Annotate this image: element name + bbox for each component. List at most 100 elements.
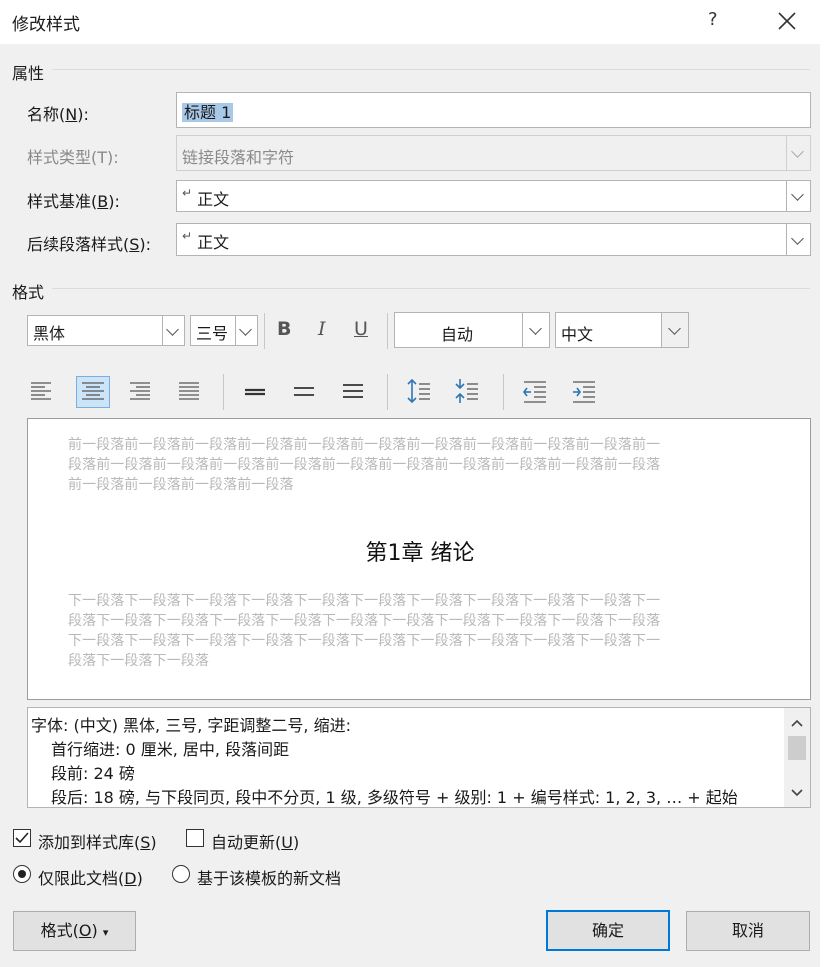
name-value: 标题 1	[182, 103, 234, 122]
scroll-thumb[interactable]	[788, 736, 806, 760]
script-value: 中文	[561, 325, 594, 344]
chevron-down-icon	[791, 145, 804, 158]
description-line: 段前: 24 磅	[51, 764, 135, 783]
chevron-down-icon	[791, 231, 804, 245]
auto-update-checkbox[interactable]	[186, 829, 204, 847]
description-scrollbar[interactable]	[784, 708, 810, 807]
properties-section-title: 属性	[12, 64, 45, 83]
preview-heading: 第1章 绪论	[365, 541, 475, 566]
toolbar-separator	[387, 313, 388, 349]
one-half-spacing-icon	[294, 387, 314, 396]
style-description: 字体: (中文) 黑体, 三号, 字距调整二号, 缩进: 首行缩进: 0 厘米,…	[27, 707, 811, 808]
based-on-value: 正文	[197, 190, 230, 209]
style-type-label: 样式类型(T):	[27, 148, 119, 167]
name-input[interactable]: 标题 1	[176, 92, 811, 128]
toolbar-separator	[503, 374, 504, 410]
size-select[interactable]: 三号	[190, 315, 258, 346]
paragraph-mark-icon: ↵	[182, 229, 193, 243]
align-right-icon	[130, 382, 150, 400]
name-label: 名称(N):	[27, 105, 89, 124]
increase-indent-icon	[573, 381, 595, 403]
following-style-value: 正文	[197, 233, 230, 252]
font-color-dropdown[interactable]	[522, 313, 549, 347]
next-paragraph-sample: 下一段落下一段落下一段落下一段落下一段落下一段落下一段落下一段落下一段落下一段落…	[68, 593, 661, 669]
double-spacing-icon	[343, 384, 363, 398]
font-dropdown[interactable]	[162, 316, 184, 345]
align-center-icon	[82, 382, 104, 400]
decrease-indent-button[interactable]	[520, 376, 550, 406]
cancel-button[interactable]: 取消	[686, 911, 810, 951]
properties-divider	[52, 69, 810, 70]
size-value: 三号	[196, 324, 229, 343]
align-left-icon	[31, 382, 51, 400]
increase-paragraph-spacing-button[interactable]	[404, 376, 434, 406]
dialog-title: 修改样式	[12, 15, 80, 35]
bold-button[interactable]: B	[277, 318, 291, 340]
close-button[interactable]	[776, 5, 798, 35]
dropdown-arrow-icon: ▾	[102, 926, 109, 939]
this-document-only-radio[interactable]	[13, 865, 31, 883]
description-line: 字体: (中文) 黑体, 三号, 字距调整二号, 缩进:	[31, 716, 351, 735]
this-document-only-label[interactable]: 仅限此文档(D)	[38, 865, 143, 889]
following-style-label: 后续段落样式(S):	[27, 235, 152, 254]
double-spacing-button[interactable]	[338, 376, 368, 406]
style-preview: 前一段落前一段落前一段落前一段落前一段落前一段落前一段落前一段落前一段落前一段落…	[27, 418, 811, 700]
description-line: 段后: 18 磅, 与下段同页, 段中不分页, 1 级, 多级符号 + 级别: …	[51, 788, 738, 807]
help-button[interactable]: ?	[708, 9, 718, 30]
auto-update-label[interactable]: 自动更新(U)	[211, 829, 299, 853]
chevron-down-icon	[791, 188, 804, 201]
based-on-label: 样式基准(B):	[27, 192, 120, 211]
toolbar-separator	[264, 313, 265, 349]
add-to-gallery-checkbox[interactable]	[13, 829, 31, 847]
font-color-select[interactable]: 自动	[394, 312, 550, 348]
scroll-up-icon[interactable]	[784, 712, 810, 734]
chevron-down-icon	[668, 322, 681, 335]
chevron-down-icon	[529, 322, 542, 335]
based-on-select[interactable]: ↵ 正文	[176, 180, 811, 212]
toolbar-separator	[223, 374, 224, 410]
title-bar: 修改样式 ?	[0, 0, 826, 44]
single-spacing-button[interactable]	[240, 376, 270, 406]
style-type-dropdown	[786, 136, 810, 170]
script-dropdown[interactable]	[661, 313, 688, 347]
align-center-button[interactable]	[76, 376, 110, 408]
new-documents-label[interactable]: 基于该模板的新文档	[197, 865, 341, 889]
single-spacing-icon	[245, 388, 265, 396]
increase-indent-button[interactable]	[569, 376, 599, 406]
description-line: 首行缩进: 0 厘米, 居中, 段落间距	[51, 740, 290, 759]
one-half-spacing-button[interactable]	[289, 376, 319, 406]
align-left-button[interactable]	[27, 376, 57, 406]
decrease-spacing-icon	[455, 379, 478, 403]
font-select[interactable]: 黑体	[27, 315, 185, 346]
format-divider	[52, 288, 810, 289]
toolbar-separator	[387, 374, 388, 410]
style-type-value: 链接段落和字符	[182, 148, 295, 167]
align-right-button[interactable]	[126, 376, 156, 406]
decrease-indent-icon	[523, 381, 546, 403]
chevron-down-icon	[239, 322, 252, 336]
size-dropdown[interactable]	[235, 316, 257, 345]
checkmark-icon	[15, 832, 29, 844]
underline-button[interactable]: U	[354, 318, 368, 340]
ok-button[interactable]: 确定	[546, 910, 670, 951]
following-style-dropdown[interactable]	[786, 224, 810, 255]
previous-paragraph-sample: 前一段落前一段落前一段落前一段落前一段落前一段落前一段落前一段落前一段落前一段落…	[68, 437, 661, 493]
font-value: 黑体	[33, 324, 66, 343]
chevron-down-icon	[166, 322, 179, 336]
justify-button[interactable]	[175, 376, 205, 406]
radio-dot	[18, 870, 26, 878]
following-style-select[interactable]: ↵ 正文	[176, 223, 811, 256]
new-documents-radio[interactable]	[172, 865, 190, 883]
decrease-paragraph-spacing-button[interactable]	[452, 376, 482, 406]
based-on-dropdown[interactable]	[786, 181, 810, 211]
style-type-select: 链接段落和字符	[176, 135, 811, 171]
add-to-gallery-label[interactable]: 添加到样式库(S)	[38, 829, 157, 853]
format-menu-button[interactable]: 格式(O) ▾	[13, 911, 136, 951]
paragraph-mark-icon: ↵	[182, 186, 193, 200]
justify-icon	[179, 382, 199, 400]
close-icon	[778, 12, 796, 30]
scroll-down-icon[interactable]	[784, 782, 810, 804]
italic-button[interactable]: I	[318, 318, 326, 340]
script-select[interactable]: 中文	[555, 312, 689, 348]
format-section-title: 格式	[12, 283, 45, 302]
